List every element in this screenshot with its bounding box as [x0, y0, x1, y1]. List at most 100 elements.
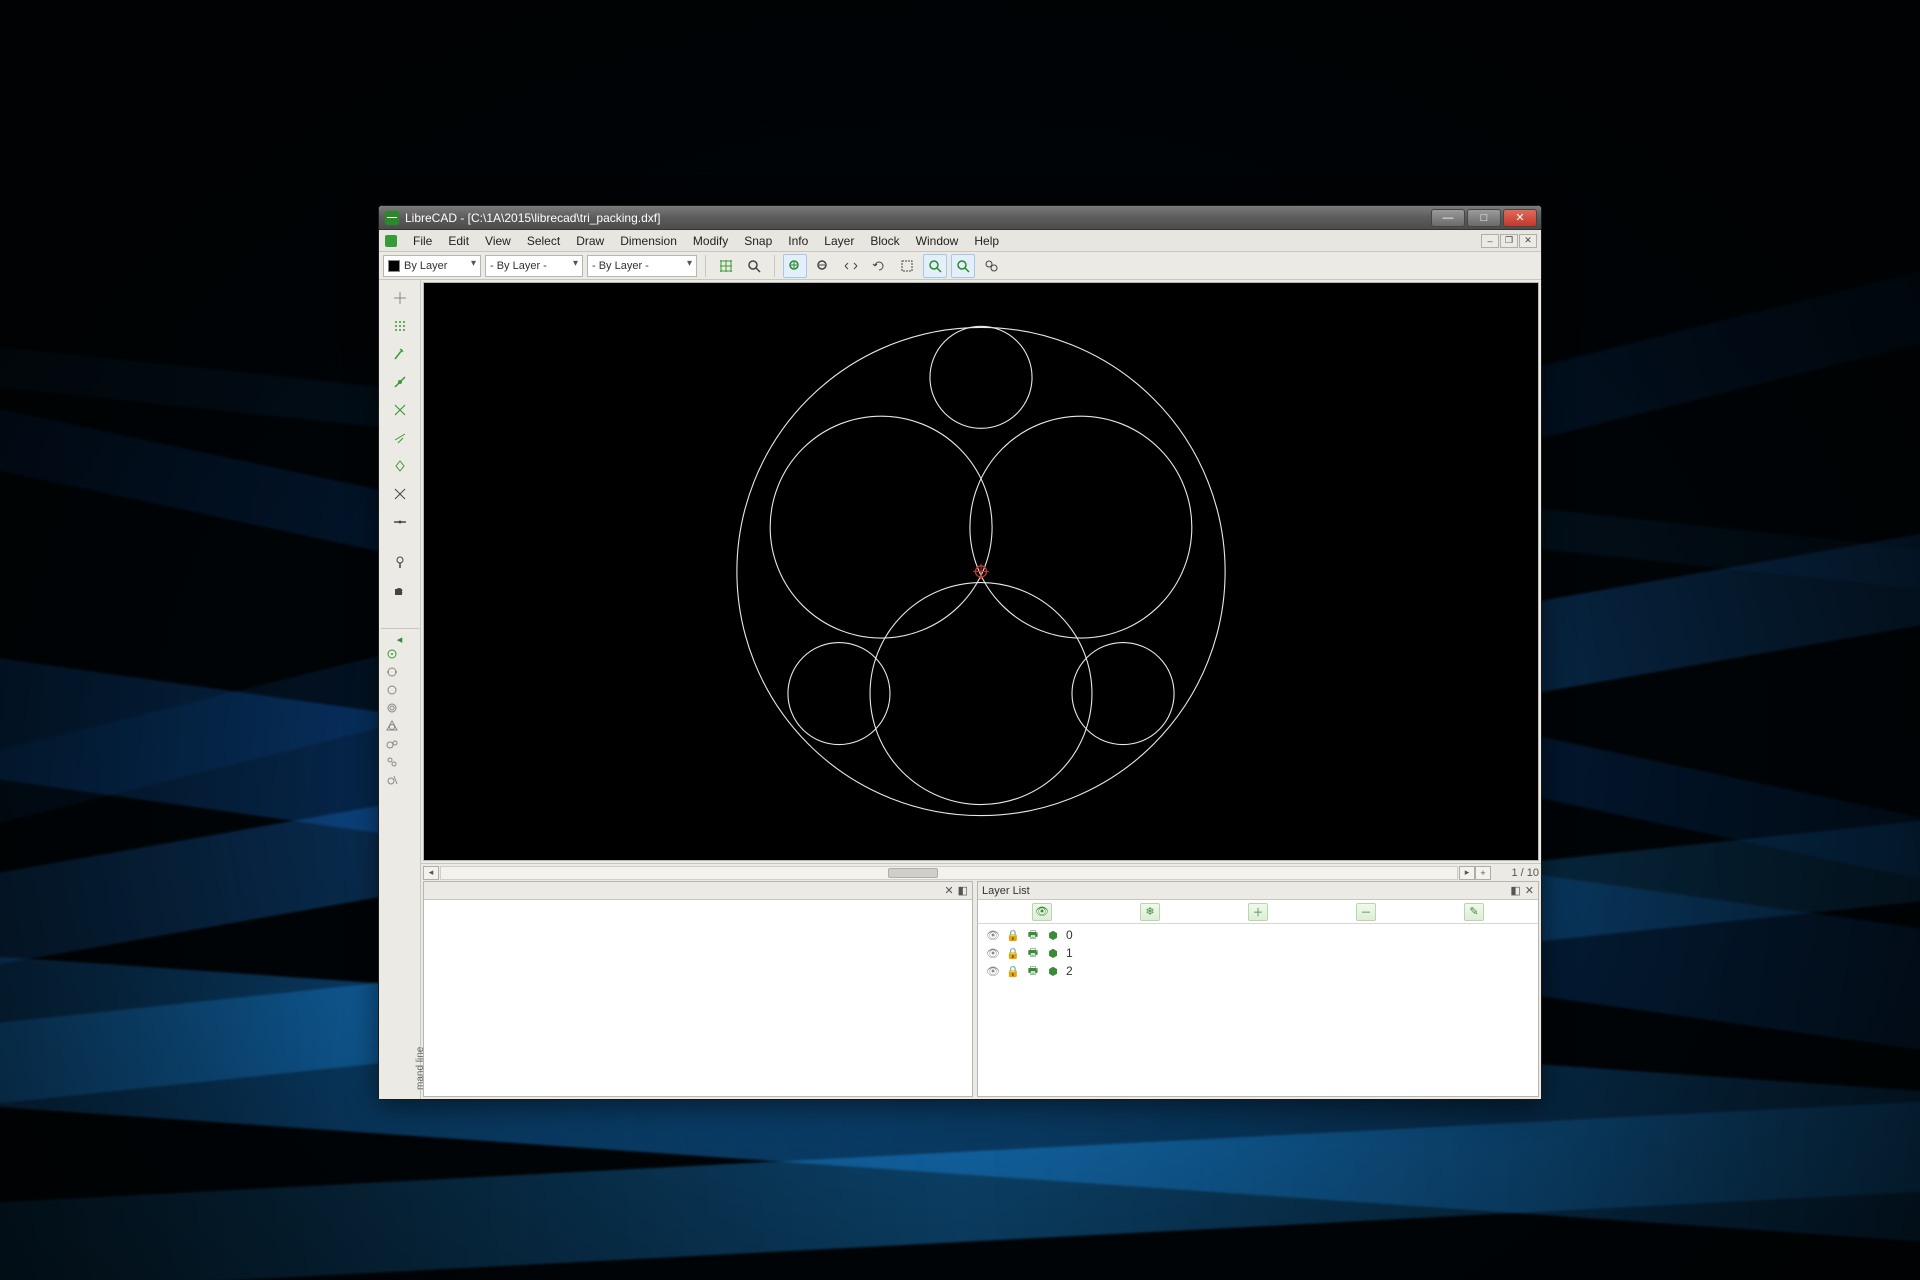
linewidth-selector[interactable]: - By Layer -: [485, 255, 583, 277]
restrict-h-tool[interactable]: [388, 510, 412, 534]
layer-toolbar: 👁 ❄ ＋ － ✎: [978, 900, 1538, 924]
snap-grid-tool[interactable]: [388, 314, 412, 338]
menu-snap[interactable]: Snap: [736, 232, 780, 250]
scroll-left-button[interactable]: ◂: [423, 866, 439, 880]
print-icon[interactable]: 🖶: [1026, 928, 1040, 942]
print-icon[interactable]: 🖶: [1026, 946, 1040, 960]
scroll-thumb[interactable]: [888, 868, 938, 878]
eye-icon[interactable]: 👁: [986, 928, 1000, 942]
menu-edit[interactable]: Edit: [440, 232, 477, 250]
layer-freeze-button[interactable]: ❄: [1140, 903, 1160, 921]
doc-icon: [383, 233, 399, 249]
layer-list[interactable]: 👁 🔒 🖶 ⬢ 0 👁 🔒 🖶 ⬢ 1 👁 🔒 🖶 ⬢ 2: [978, 924, 1538, 1096]
snap-intersection-tool[interactable]: [388, 482, 412, 506]
circle-2p-tool[interactable]: [384, 664, 400, 680]
zoom-pan-button[interactable]: [923, 254, 947, 278]
scroll-add-button[interactable]: +: [1475, 866, 1491, 880]
layer-remove-button[interactable]: －: [1356, 903, 1376, 921]
color-icon[interactable]: ⬢: [1046, 928, 1060, 942]
zoom-window-button[interactable]: [895, 254, 919, 278]
palette-back-icon[interactable]: ◂: [383, 633, 417, 645]
menu-dimension[interactable]: Dimension: [612, 232, 685, 250]
circle-concentric-tool[interactable]: [384, 700, 400, 716]
color-icon[interactable]: ⬢: [1046, 946, 1060, 960]
command-panel-undock-icon[interactable]: ◧: [958, 884, 968, 897]
close-button[interactable]: ✕: [1503, 209, 1537, 227]
eye-icon[interactable]: 👁: [986, 964, 1000, 978]
menu-bar: File Edit View Select Draw Dimension Mod…: [379, 230, 1541, 252]
zoom-selection-button[interactable]: [979, 254, 1003, 278]
menu-modify[interactable]: Modify: [685, 232, 736, 250]
linetype-selector[interactable]: - By Layer -: [587, 255, 697, 277]
layer-name-label: 0: [1066, 928, 1073, 942]
layer-edit-button[interactable]: ✎: [1464, 903, 1484, 921]
command-line-label: mand line: [415, 1047, 426, 1090]
circle-tan3-tool[interactable]: [384, 754, 400, 770]
mdi-minimize-button[interactable]: –: [1481, 234, 1499, 248]
color-icon[interactable]: ⬢: [1046, 964, 1060, 978]
circle-tan2-tool[interactable]: [384, 736, 400, 752]
color-swatch-icon: [388, 260, 400, 272]
circle-3p-tool[interactable]: [384, 682, 400, 698]
scroll-track[interactable]: [440, 866, 1458, 880]
circle-inscribed-tool[interactable]: [384, 718, 400, 734]
grid-toggle-button[interactable]: [714, 254, 738, 278]
linetype-selector-label: - By Layer -: [592, 260, 649, 272]
layer-row[interactable]: 👁 🔒 🖶 ⬢ 1: [982, 944, 1534, 962]
layer-row[interactable]: 👁 🔒 🖶 ⬢ 2: [982, 962, 1534, 980]
minimize-button[interactable]: —: [1431, 209, 1465, 227]
snap-distance-tool[interactable]: [388, 454, 412, 478]
app-logo-icon: —: [385, 211, 399, 225]
drawing-canvas[interactable]: [423, 282, 1539, 861]
window-title: LibreCAD - [C:\1A\2015\librecad\tri_pack…: [405, 211, 1431, 225]
circle-center-tool[interactable]: [384, 646, 400, 662]
mdi-restore-button[interactable]: ❐: [1500, 234, 1518, 248]
snap-free-tool[interactable]: [388, 286, 412, 310]
layer-add-button[interactable]: ＋: [1248, 903, 1268, 921]
layer-row[interactable]: 👁 🔒 🖶 ⬢ 0: [982, 926, 1534, 944]
menu-draw[interactable]: Draw: [568, 232, 612, 250]
relative-zero-tool[interactable]: [388, 578, 412, 602]
maximize-button[interactable]: □: [1467, 209, 1501, 227]
zoom-auto-button[interactable]: [839, 254, 863, 278]
property-toolbar: By Layer - By Layer - - By Layer -: [379, 252, 1541, 280]
lock-icon[interactable]: 🔒: [1006, 928, 1020, 942]
snap-endpoint-tool[interactable]: [388, 342, 412, 366]
scroll-right-button[interactable]: ▸: [1459, 866, 1475, 880]
zoom-previous-button[interactable]: [867, 254, 891, 278]
layer-list-panel: Layer List ◧ ✕ 👁 ❄ ＋ － ✎: [977, 881, 1539, 1097]
zoom-out-button[interactable]: [811, 254, 835, 278]
menu-layer[interactable]: Layer: [816, 232, 862, 250]
menu-block[interactable]: Block: [862, 232, 907, 250]
restrict-v-tool[interactable]: [388, 550, 412, 574]
color-selector[interactable]: By Layer: [383, 255, 481, 277]
layer-panel-title: Layer List: [982, 885, 1030, 897]
horizontal-scrollbar[interactable]: ◂ ▸ + 1 / 10: [421, 863, 1541, 881]
command-line-panel[interactable]: ✕ ◧ mand line: [423, 881, 973, 1097]
menu-file[interactable]: File: [405, 232, 440, 250]
snap-middle-tool[interactable]: [388, 426, 412, 450]
circle-tanline-tool[interactable]: [384, 772, 400, 788]
zoom-redraw-button[interactable]: [742, 254, 766, 278]
zoom-extents-button[interactable]: [951, 254, 975, 278]
menu-help[interactable]: Help: [966, 232, 1007, 250]
layer-name-label: 1: [1066, 946, 1073, 960]
menu-window[interactable]: Window: [908, 232, 967, 250]
mdi-close-button[interactable]: ✕: [1519, 234, 1537, 248]
eye-icon[interactable]: 👁: [986, 946, 1000, 960]
snap-entity-tool[interactable]: [388, 370, 412, 394]
lock-icon[interactable]: 🔒: [1006, 946, 1020, 960]
layer-name-label: 2: [1066, 964, 1073, 978]
lock-icon[interactable]: 🔒: [1006, 964, 1020, 978]
snap-center-tool[interactable]: [388, 398, 412, 422]
menu-info[interactable]: Info: [780, 232, 816, 250]
zoom-in-button[interactable]: [783, 254, 807, 278]
layer-visibility-button[interactable]: 👁: [1032, 903, 1052, 921]
titlebar[interactable]: — LibreCAD - [C:\1A\2015\librecad\tri_pa…: [379, 206, 1541, 230]
layer-panel-undock-icon[interactable]: ◧: [1510, 884, 1520, 897]
layer-panel-close-icon[interactable]: ✕: [1525, 884, 1534, 897]
command-panel-close-icon[interactable]: ✕: [944, 884, 953, 897]
menu-view[interactable]: View: [477, 232, 519, 250]
menu-select[interactable]: Select: [519, 232, 568, 250]
print-icon[interactable]: 🖶: [1026, 964, 1040, 978]
